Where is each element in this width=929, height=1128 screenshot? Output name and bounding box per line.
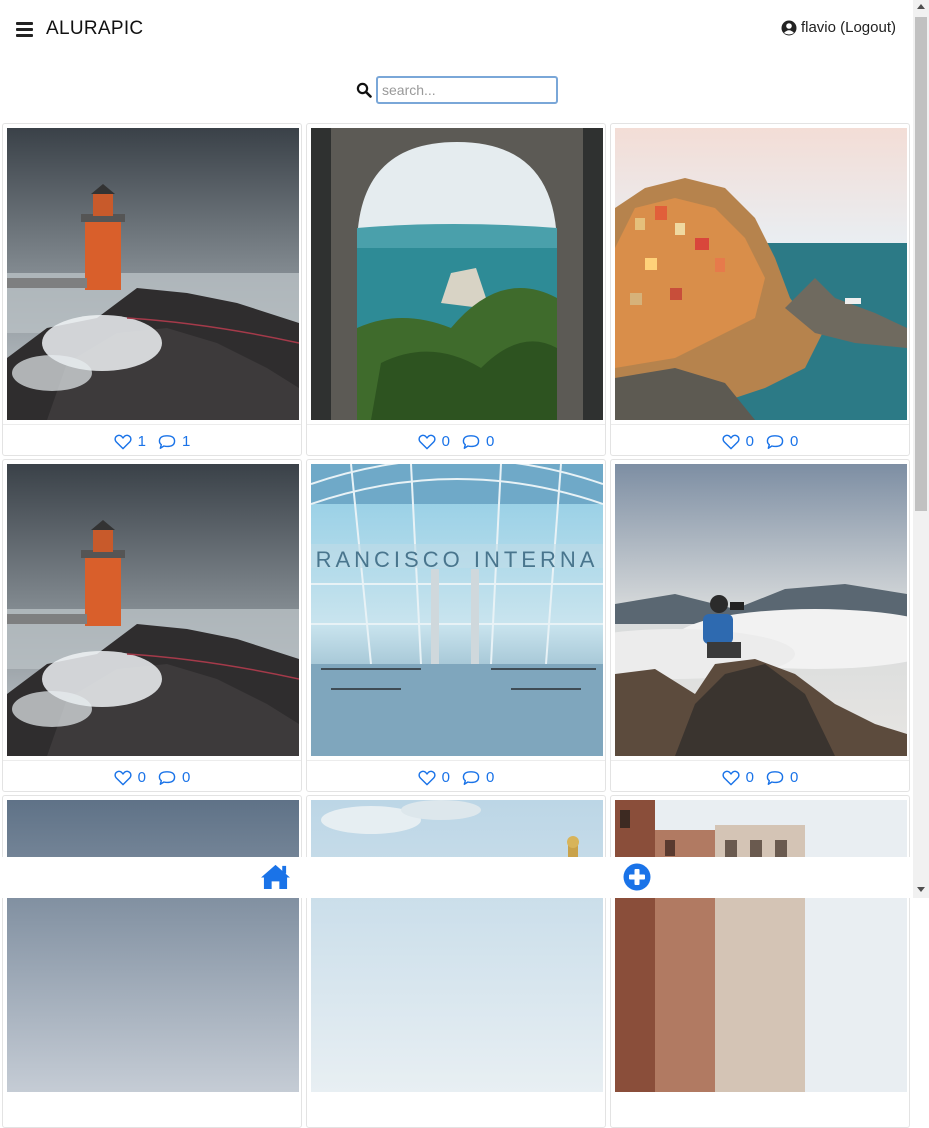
scroll-up-arrow-icon[interactable] [917,4,925,9]
airport-sign-text: RANCISCO INTERNA [316,547,599,572]
photo-stats: 0 0 [611,760,909,794]
hamburger-icon[interactable] [16,22,33,37]
search-icon [356,82,372,98]
bottom-navbar [0,857,913,898]
photo-image[interactable] [311,128,603,420]
comments-stat[interactable]: 0 [766,769,798,786]
photo-card[interactable] [2,795,302,1128]
comments-count: 1 [182,433,191,450]
photo-card[interactable]: 0 0 [2,459,302,792]
likes-count: 0 [441,433,450,450]
comments-count: 0 [182,769,191,786]
plus-circle-icon[interactable] [623,863,651,891]
user-circle-icon [781,20,797,35]
comments-stat[interactable]: 1 [158,433,190,450]
comments-stat[interactable]: 0 [766,433,798,450]
photo-card[interactable]: 0 0 [610,123,910,456]
photo-card[interactable] [306,795,606,1128]
comments-count: 0 [790,769,799,786]
photo-stats: 1 1 [3,424,301,458]
comments-stat[interactable]: 0 [462,433,494,450]
photo-card[interactable]: 1 1 [2,123,302,456]
scroll-down-arrow-icon[interactable] [917,887,925,892]
photo-image[interactable] [615,464,907,756]
search-input[interactable] [376,76,558,104]
likes-count: 0 [441,769,450,786]
photo-image[interactable] [7,128,299,420]
user-logout-link[interactable]: flavio (Logout) [781,19,896,36]
search-bar [356,76,558,104]
photo-image[interactable] [615,128,907,420]
comment-icon [158,770,176,785]
comments-count: 0 [486,433,495,450]
vertical-scrollbar[interactable] [913,0,929,898]
likes-stat[interactable]: 1 [114,433,146,450]
likes-stat[interactable]: 0 [418,769,450,786]
heart-icon [722,434,740,449]
likes-stat[interactable]: 0 [722,433,754,450]
comment-icon [462,770,480,785]
heart-icon [114,770,132,785]
likes-stat[interactable]: 0 [418,433,450,450]
heart-icon [114,434,132,449]
likes-count: 0 [745,433,754,450]
photo-stats: 0 0 [611,424,909,458]
user-name-label: flavio (Logout) [800,19,896,36]
comments-count: 0 [486,769,495,786]
photo-image[interactable] [311,800,603,1092]
heart-icon [722,770,740,785]
photo-card[interactable]: 0 0 [306,123,606,456]
comment-icon [766,770,784,785]
likes-count: 0 [745,769,754,786]
photo-stats: 0 0 [307,760,605,794]
likes-count: 1 [137,433,146,450]
comments-stat[interactable]: 0 [158,769,190,786]
brand-title: ALURAPIC [46,18,144,39]
top-navbar: ALURAPIC flavio (Logout) [0,0,913,60]
comment-icon [462,434,480,449]
likes-stat[interactable]: 0 [114,769,146,786]
photo-image[interactable] [615,800,907,1092]
heart-icon [418,434,436,449]
likes-count: 0 [137,769,146,786]
home-icon[interactable] [260,863,291,890]
photo-card[interactable] [610,795,910,1128]
comment-icon [766,434,784,449]
photo-image[interactable] [7,464,299,756]
photo-card[interactable]: RANCISCO INTERNA 0 0 [306,459,606,792]
heart-icon [418,770,436,785]
photo-stats: 0 0 [307,424,605,458]
comments-count: 0 [790,433,799,450]
scrollbar-thumb[interactable] [915,17,927,511]
comment-icon [158,434,176,449]
likes-stat[interactable]: 0 [722,769,754,786]
photo-image[interactable] [7,800,299,1092]
photo-image[interactable]: RANCISCO INTERNA [311,464,603,756]
photo-card[interactable]: 0 0 [610,459,910,792]
photo-stats: 0 0 [3,760,301,794]
comments-stat[interactable]: 0 [462,769,494,786]
